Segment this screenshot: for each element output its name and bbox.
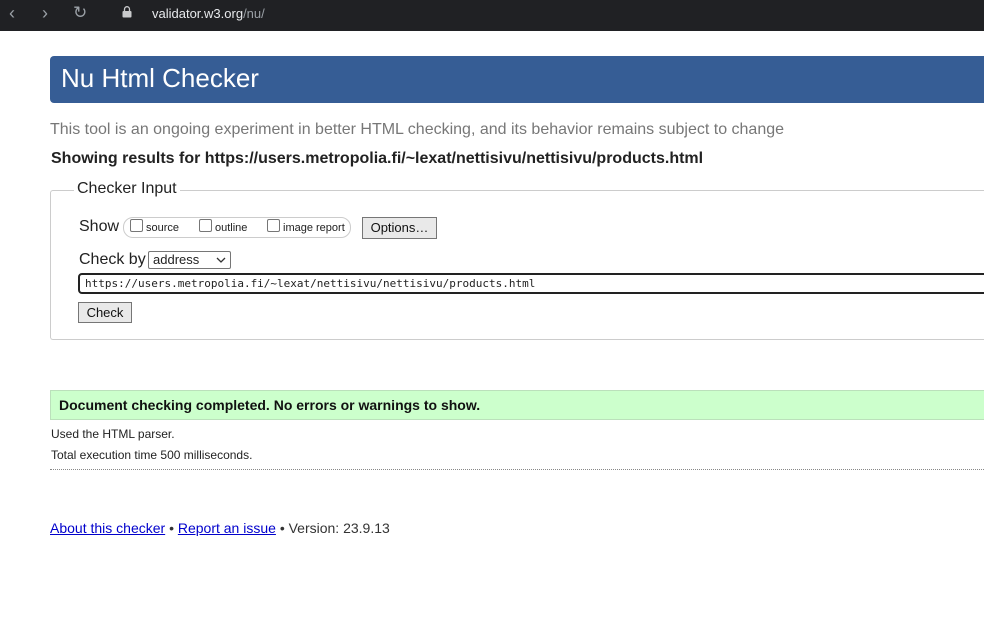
tagline: This tool is an ongoing experiment in be…	[50, 121, 785, 138]
source-checkbox-label[interactable]: source	[146, 222, 179, 234]
forward-arrow-icon[interactable]: ›	[42, 2, 48, 24]
parser-info: Used the HTML parser.	[51, 427, 175, 441]
url-path: /nu/	[243, 6, 265, 21]
reload-icon[interactable]: ↻	[73, 2, 87, 24]
outline-checkbox[interactable]	[199, 219, 212, 232]
image-report-checkbox-label[interactable]: image report	[283, 222, 345, 234]
image-report-checkbox[interactable]	[267, 219, 280, 232]
report-issue-link[interactable]: Report an issue	[178, 520, 276, 536]
source-checkbox[interactable]	[130, 219, 143, 232]
check-by-select[interactable]: address	[148, 251, 231, 269]
footer-separator: •	[169, 520, 174, 536]
execution-time-info: Total execution time 500 milliseconds.	[51, 448, 253, 462]
version-text: Version: 23.9.13	[288, 520, 390, 536]
page-title-bar: Nu Html Checker	[50, 56, 984, 103]
back-arrow-icon[interactable]: ‹	[9, 2, 15, 24]
check-button[interactable]: Check	[78, 302, 132, 323]
url-domain: validator.w3.org	[152, 6, 244, 21]
success-message-text: Document checking completed. No errors o…	[59, 397, 481, 413]
browser-toolbar: ‹ › ↻ validator.w3.org/nu/	[0, 0, 984, 31]
lock-icon	[122, 6, 132, 18]
options-button[interactable]: Options…	[362, 217, 437, 239]
url-input[interactable]: https://users.metropolia.fi/~lexat/netti…	[78, 273, 984, 294]
check-by-label: Check by	[79, 251, 146, 268]
footer: About this checker • Report an issue • V…	[50, 520, 390, 536]
divider	[50, 469, 984, 470]
check-by-value: address	[153, 252, 200, 267]
address-bar[interactable]: validator.w3.org/nu/	[152, 6, 265, 21]
page-title: Nu Html Checker	[61, 63, 259, 93]
showing-results-heading: Showing results for https://users.metrop…	[51, 150, 704, 167]
about-checker-link[interactable]: About this checker	[50, 520, 165, 536]
outline-checkbox-label[interactable]: outline	[215, 222, 247, 234]
checker-input-legend: Checker Input	[74, 180, 180, 198]
chevron-down-icon	[216, 257, 226, 263]
show-label: Show	[79, 218, 120, 235]
footer-separator: •	[279, 520, 285, 536]
success-message: Document checking completed. No errors o…	[50, 390, 984, 420]
